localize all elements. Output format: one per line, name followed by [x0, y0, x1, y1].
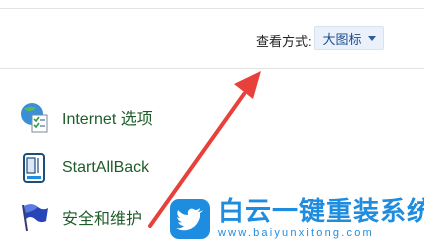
- flag-icon: [18, 201, 50, 233]
- watermark-title: 白云一键重装系统: [218, 196, 424, 226]
- view-by-label: 查看方式:: [256, 34, 312, 49]
- startallback-icon: [18, 152, 50, 184]
- watermark-url: www.baiyunxitong.com: [218, 227, 374, 239]
- chevron-down-icon: [367, 35, 376, 41]
- view-by-dropdown[interactable]: 大图标: [314, 26, 384, 50]
- control-panel-item-startallback[interactable]: StartAllBack: [18, 152, 149, 184]
- watermark: 白云一键重装系统 www.baiyunxitong.com: [170, 196, 424, 240]
- item-label: 安全和维护: [62, 211, 143, 228]
- control-panel-item-security-maintenance[interactable]: 安全和维护: [18, 201, 142, 233]
- item-label: StartAllBack: [62, 159, 150, 176]
- item-label: Internet 选项: [62, 111, 153, 128]
- view-by-value: 大图标: [322, 31, 362, 47]
- window-top-edge: [0, 0, 424, 9]
- header-divider: [0, 68, 424, 69]
- control-panel-item-internet-options[interactable]: Internet 选项: [18, 101, 153, 133]
- bird-logo-icon: [170, 199, 210, 239]
- internet-options-icon: [18, 101, 50, 133]
